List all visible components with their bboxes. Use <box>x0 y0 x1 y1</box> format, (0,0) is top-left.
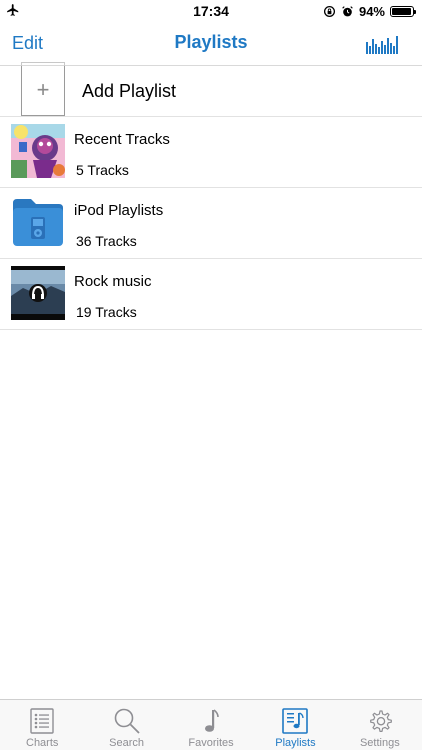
edit-button[interactable]: Edit <box>12 33 43 54</box>
list-item[interactable]: iPod Playlists 36 Tracks <box>0 188 422 259</box>
tab-label: Charts <box>26 737 59 749</box>
playlist-list: + Add Playlist Recent Tracks 5 Tracks iP… <box>0 62 422 330</box>
folder-icon <box>13 199 63 246</box>
nav-bar: Edit Playlists <box>0 22 422 66</box>
tab-charts[interactable]: Charts <box>0 700 84 750</box>
tab-bar: Charts Search Favorites Playlists Settin… <box>0 699 422 750</box>
playlist-icon <box>282 708 309 734</box>
equalizer-icon[interactable] <box>366 34 398 54</box>
tab-label: Favorites <box>188 737 234 749</box>
tab-search[interactable]: Search <box>84 700 168 750</box>
playlist-title: iPod Playlists <box>74 202 164 219</box>
battery-icon <box>390 5 416 17</box>
list-item[interactable]: Rock music 19 Tracks <box>0 259 422 330</box>
playlist-title: Recent Tracks <box>74 131 170 148</box>
alarm-icon <box>342 5 353 16</box>
status-right: 94% <box>323 3 416 19</box>
tab-settings[interactable]: Settings <box>338 700 422 750</box>
album-art <box>11 124 65 178</box>
tab-label: Search <box>109 737 145 749</box>
status-bar: 17:34 94% <box>0 0 422 22</box>
tab-playlists[interactable]: Playlists <box>253 700 337 750</box>
add-playlist-label: Add Playlist <box>82 81 177 101</box>
playlist-title: Rock music <box>74 273 152 290</box>
tab-label: Settings <box>359 737 400 749</box>
music-note-icon <box>205 709 219 732</box>
add-playlist-icon: + <box>21 62 65 116</box>
page-title: Playlists <box>174 32 248 52</box>
add-playlist-row[interactable]: + Add Playlist <box>0 62 422 117</box>
playlist-track-count: 19 Tracks <box>76 304 137 320</box>
tab-label: Playlists <box>275 737 316 749</box>
rotation-lock-icon <box>323 5 335 17</box>
search-icon <box>114 708 140 734</box>
list-item[interactable]: Recent Tracks 5 Tracks <box>0 117 422 188</box>
tab-favorites[interactable]: Favorites <box>169 700 253 750</box>
battery-percent: 94% <box>358 3 385 19</box>
gear-icon <box>369 710 392 732</box>
playlist-track-count: 36 Tracks <box>76 233 137 249</box>
album-art <box>11 266 65 320</box>
playlist-track-count: 5 Tracks <box>76 162 129 178</box>
list-icon <box>30 708 54 734</box>
plus-icon: + <box>36 77 50 102</box>
battery-fill <box>392 7 411 15</box>
